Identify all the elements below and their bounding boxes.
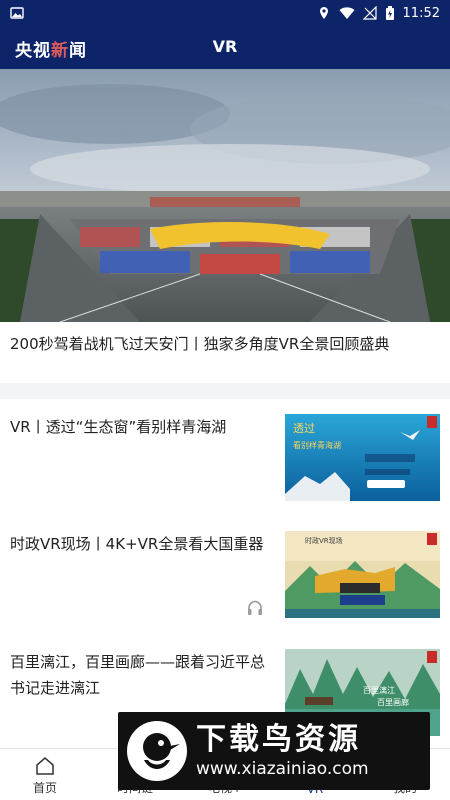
list-item-thumbnail[interactable]: 时政VR现场	[285, 531, 440, 618]
section-divider	[0, 383, 450, 399]
location-icon	[319, 7, 328, 19]
gallery-icon	[10, 7, 24, 19]
bird-logo-icon	[127, 721, 187, 781]
list-item-title[interactable]: 百里漓江，百里画廊——跟着习近平总书记走进漓江	[10, 649, 272, 701]
svg-text:时政VR现场: 时政VR现场	[305, 536, 343, 545]
svg-text:看别样青海湖: 看别样青海湖	[293, 440, 341, 450]
hero-image[interactable]	[0, 69, 450, 322]
list-item-title[interactable]: VR丨透过“生态窗”看别样青海湖	[10, 414, 272, 440]
home-icon	[36, 757, 54, 775]
watermark-url: www.xiazainiao.com	[196, 759, 369, 779]
svg-text:透过: 透过	[293, 422, 315, 435]
app-bar: 央视新闻 VR	[0, 26, 450, 69]
watermark-banner: 下载鸟资源 www.xiazainiao.com	[118, 712, 430, 790]
wifi-icon	[339, 7, 355, 19]
battery-charging-icon	[385, 6, 394, 20]
no-signal-icon	[362, 6, 377, 20]
page-title: VR	[212, 37, 238, 56]
nav-home[interactable]: 首页	[0, 749, 90, 800]
svg-text:百里画廊: 百里画廊	[377, 697, 409, 707]
status-bar: 11:52	[0, 0, 450, 26]
list-item-thumbnail[interactable]: 透过 看别样青海湖	[285, 414, 440, 501]
headphones-icon	[248, 600, 262, 615]
svg-text:百里漓江: 百里漓江	[363, 685, 395, 695]
list-item-title[interactable]: 时政VR现场丨4K+VR全景看大国重器	[10, 531, 272, 557]
status-time: 11:52	[402, 5, 440, 21]
hero-title[interactable]: 200秒驾着战机飞过天安门丨独家多角度VR全景回顾盛典	[10, 333, 440, 355]
watermark-text: 下载鸟资源	[196, 722, 361, 757]
